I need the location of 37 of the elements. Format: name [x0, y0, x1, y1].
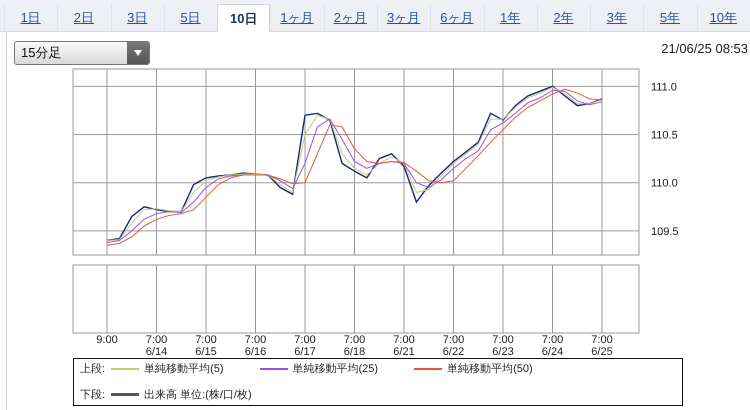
legend-label: 単純移動平均(25) [292, 362, 378, 376]
x-tick-label: 7:00 6/17 [294, 334, 316, 358]
x-tick-label: 7:00 6/21 [393, 334, 415, 358]
y-tick-label: 110.5 [651, 130, 678, 142]
period-tab[interactable]: 3日 [110, 4, 164, 31]
legend-label: 単純移動平均(5) [144, 362, 224, 376]
period-tab[interactable]: 3ヶ月 [376, 4, 430, 31]
legend-label: 単純移動平均(50) [447, 362, 533, 376]
period-tab[interactable]: 1日 [4, 4, 58, 31]
x-tick-label: 7:00 6/25 [591, 334, 613, 358]
period-tab[interactable]: 2ヶ月 [324, 4, 377, 31]
x-tick-label: 7:00 6/23 [492, 334, 514, 358]
timestamp: 21/06/25 08:53 [661, 41, 748, 56]
period-tab[interactable]: 6ヶ月 [430, 4, 484, 31]
x-tick-label: 7:00 6/14 [146, 334, 168, 358]
period-tab[interactable]: 1年 [484, 4, 537, 31]
caret-icon [134, 50, 142, 56]
period-tab[interactable]: 5年 [643, 4, 697, 31]
y-tick-label: 111.0 [651, 81, 677, 94]
x-tick-label: 9:00 [96, 334, 118, 346]
period-tab[interactable]: 2年 [536, 4, 590, 31]
period-tab[interactable]: 1ヶ月 [270, 4, 324, 31]
y-tick-label: 109.5 [651, 226, 679, 238]
legend-section-label: 下段: [80, 388, 106, 402]
y-tick-label: 110.0 [651, 178, 678, 190]
period-tab[interactable]: 2日 [57, 4, 111, 31]
legend-section-label: 上段: [80, 362, 106, 376]
period-tab[interactable]: 3年 [590, 4, 644, 31]
x-tick-label: 7:00 6/24 [542, 334, 564, 358]
x-tick-label: 7:00 6/16 [244, 334, 266, 358]
x-tick-label: 7:00 6/18 [344, 334, 366, 358]
x-tick-label: 7:00 6/22 [442, 334, 464, 358]
interval-select[interactable]: 15分足 [14, 41, 150, 65]
period-tab[interactable]: 10年 [696, 4, 750, 31]
x-tick-label: 7:00 6/15 [195, 334, 217, 358]
legend-label: 出来高 単位:(株/口/枚) [144, 388, 252, 402]
period-tab[interactable]: 10日 [217, 4, 270, 32]
